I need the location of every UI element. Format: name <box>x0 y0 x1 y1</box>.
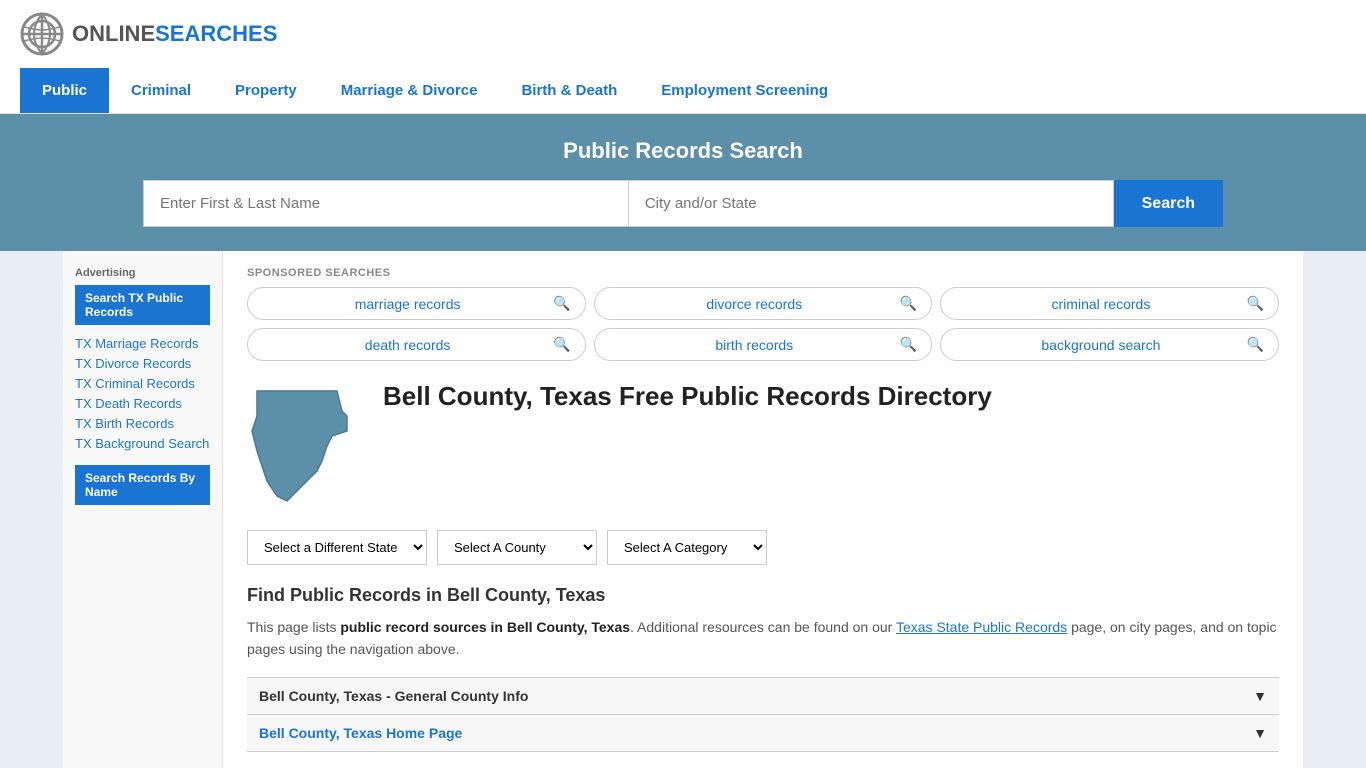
search-button[interactable]: Search <box>1114 180 1223 227</box>
chevron-down-icon: ▼ <box>1253 688 1267 704</box>
accordion: Bell County, Texas - General County Info… <box>247 677 1279 752</box>
name-input[interactable] <box>143 180 628 227</box>
desc-part1: This page lists <box>247 619 340 635</box>
search-icon: 🔍 <box>1247 336 1264 353</box>
ad-label: Advertising <box>75 267 210 279</box>
sidebar-link-criminal[interactable]: TX Criminal Records <box>75 376 195 391</box>
pill-birth[interactable]: birth records 🔍 <box>594 328 933 361</box>
search-by-name-button[interactable]: Search Records By Name <box>75 465 210 505</box>
chevron-down-icon: ▼ <box>1253 725 1267 741</box>
pill-marriage-text: marriage records <box>262 296 553 312</box>
pill-divorce[interactable]: divorce records 🔍 <box>594 287 933 320</box>
location-input[interactable] <box>628 180 1114 227</box>
search-icon: 🔍 <box>553 336 570 353</box>
search-tx-button[interactable]: Search TX Public Records <box>75 285 210 325</box>
site-header: ONLINESEARCHES <box>0 0 1366 68</box>
accordion-title-general: Bell County, Texas - General County Info <box>259 688 528 704</box>
nav-item-birth-death[interactable]: Birth & Death <box>499 68 639 113</box>
sidebar-link-birth[interactable]: TX Birth Records <box>75 416 174 431</box>
accordion-item-general: Bell County, Texas - General County Info… <box>247 678 1279 715</box>
sidebar-link-death[interactable]: TX Death Records <box>75 396 182 411</box>
sidebar-links: TX Marriage Records TX Divorce Records T… <box>75 335 210 451</box>
pill-background-text: background search <box>955 337 1246 353</box>
pill-background[interactable]: background search 🔍 <box>940 328 1279 361</box>
desc-bold: public record sources in Bell County, Te… <box>340 619 630 635</box>
nav-item-marriage-divorce[interactable]: Marriage & Divorce <box>319 68 500 113</box>
texas-map-icon <box>247 381 367 514</box>
list-item: TX Criminal Records <box>75 375 210 391</box>
desc-part2: . Additional resources can be found on o… <box>630 619 896 635</box>
logo[interactable]: ONLINESEARCHES <box>20 12 277 56</box>
list-item: TX Background Search <box>75 435 210 451</box>
tx-public-records-link[interactable]: Texas State Public Records <box>896 619 1067 635</box>
search-banner: Public Records Search Search <box>0 114 1366 251</box>
pill-marriage[interactable]: marriage records 🔍 <box>247 287 586 320</box>
list-item: TX Marriage Records <box>75 335 210 351</box>
pill-birth-text: birth records <box>609 337 900 353</box>
sidebar-link-background[interactable]: TX Background Search <box>75 436 209 451</box>
content-description: This page lists public record sources in… <box>247 616 1279 661</box>
nav-item-public[interactable]: Public <box>20 68 109 113</box>
search-pills: marriage records 🔍 divorce records 🔍 cri… <box>247 287 1279 361</box>
sponsored-label: SPONSORED SEARCHES <box>247 267 1279 279</box>
accordion-item-home: Bell County, Texas Home Page ▼ <box>247 715 1279 752</box>
search-icon: 🔍 <box>1247 295 1264 312</box>
nav-item-property[interactable]: Property <box>213 68 319 113</box>
list-item: TX Birth Records <box>75 415 210 431</box>
sidebar-link-divorce[interactable]: TX Divorce Records <box>75 356 191 371</box>
state-dropdown[interactable]: Select a Different State <box>247 530 427 565</box>
accordion-header-home[interactable]: Bell County, Texas Home Page ▼ <box>247 715 1279 751</box>
sidebar-link-marriage[interactable]: TX Marriage Records <box>75 336 199 351</box>
pill-death-text: death records <box>262 337 553 353</box>
pill-death[interactable]: death records 🔍 <box>247 328 586 361</box>
search-icon: 🔍 <box>553 295 570 312</box>
find-title: Find Public Records in Bell County, Texa… <box>247 585 1279 606</box>
list-item: TX Divorce Records <box>75 355 210 371</box>
banner-title: Public Records Search <box>20 138 1346 164</box>
dropdown-row: Select a Different State Select A County… <box>247 530 1279 565</box>
county-dropdown[interactable]: Select A County <box>437 530 597 565</box>
main-container: Advertising Search TX Public Records TX … <box>63 251 1303 768</box>
logo-icon <box>20 12 64 56</box>
pill-divorce-text: divorce records <box>609 296 900 312</box>
category-dropdown[interactable]: Select A Category <box>607 530 767 565</box>
list-item: TX Death Records <box>75 395 210 411</box>
accordion-header-general[interactable]: Bell County, Texas - General County Info… <box>247 678 1279 714</box>
pill-criminal-text: criminal records <box>955 296 1246 312</box>
nav-item-employment[interactable]: Employment Screening <box>639 68 850 113</box>
pill-criminal[interactable]: criminal records 🔍 <box>940 287 1279 320</box>
search-icon: 🔍 <box>900 336 917 353</box>
logo-text: ONLINESEARCHES <box>72 21 277 47</box>
county-header: Bell County, Texas Free Public Records D… <box>247 381 1279 514</box>
accordion-title-home: Bell County, Texas Home Page <box>259 725 462 741</box>
sidebar: Advertising Search TX Public Records TX … <box>63 251 223 768</box>
search-icon: 🔍 <box>900 295 917 312</box>
main-content: SPONSORED SEARCHES marriage records 🔍 di… <box>223 251 1303 768</box>
nav-item-criminal[interactable]: Criminal <box>109 68 213 113</box>
county-title: Bell County, Texas Free Public Records D… <box>383 381 992 412</box>
main-nav: Public Criminal Property Marriage & Divo… <box>0 68 1366 114</box>
search-form: Search <box>143 180 1223 227</box>
county-home-link[interactable]: Bell County, Texas Home Page <box>259 725 462 741</box>
